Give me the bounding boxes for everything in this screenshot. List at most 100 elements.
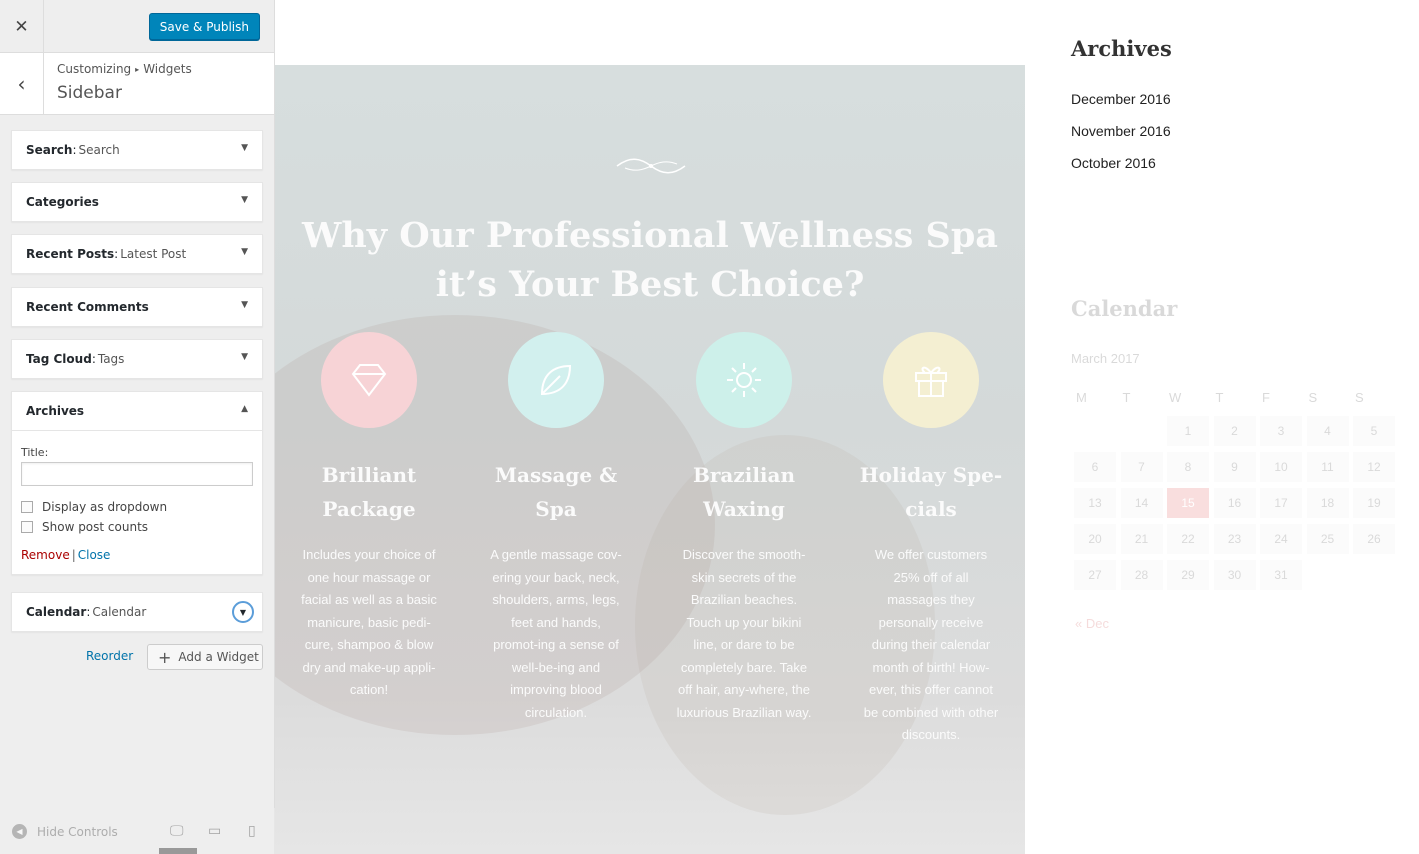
archive-link[interactable]: December 2016 [1071,91,1171,107]
calendar-day: 31 [1260,560,1302,590]
expand-arrow-icon[interactable]: ▼ [232,601,254,623]
widget-search: Search: Search ▼ [11,130,263,170]
calendar-day: 21 [1120,524,1163,554]
widget-recent-posts: Recent Posts: Latest Post ▼ [11,234,263,274]
mobile-preview-icon[interactable]: ▯ [248,823,256,839]
archives-widget-form: Title: Display as dropdown Show post cou… [12,430,262,574]
calendar-day: 30 [1213,560,1256,590]
calendar-day: 5 [1353,416,1395,446]
calendar-day: 27 [1074,560,1116,590]
add-widget-button[interactable]: + Add a Widget [147,644,263,670]
calendar-widget-title: Calendar [1071,296,1178,321]
title-input[interactable] [21,462,253,486]
calendar-weekday: F [1262,390,1270,405]
feature-card: Brazilian Waxing Discover the smooth-ski… [664,332,824,724]
calendar-day: 6 [1074,452,1116,482]
chevron-left-icon: ‹ [17,71,26,96]
widget-header-tag-cloud[interactable]: Tag Cloud: Tags ▼ [12,340,262,378]
feature-text: A gentle massage cov-ering your back, ne… [490,547,622,720]
widget-header-search[interactable]: Search: Search ▼ [12,131,262,169]
expand-arrow-icon[interactable]: ▼ [241,143,248,153]
widget-header-recent-comments[interactable]: Recent Comments ▼ [12,288,262,326]
widget-header-categories[interactable]: Categories ▼ [12,183,262,221]
expand-arrow-icon[interactable]: ▼ [241,195,248,205]
calendar-weekday: S [1308,390,1318,405]
calendar-day: 11 [1306,452,1349,482]
site-preview: Why Our Professional Wellness Spa it’s Y… [275,0,1419,854]
remove-link[interactable]: Remove [21,548,70,562]
calendar-day: 14 [1120,488,1163,518]
calendar-day: 1 [1167,416,1209,446]
widget-archives: Archives ▲ Title: Display as dropdown Sh… [11,391,263,575]
calendar-day: 24 [1260,524,1302,554]
dropdown-checkbox[interactable] [21,501,33,513]
feature-text: Includes your choice of one hour massage… [301,547,437,697]
calendar-day: 13 [1074,488,1116,518]
widget-header-archives[interactable]: Archives ▲ [12,392,262,430]
tablet-preview-icon[interactable]: ▭ [208,823,221,839]
title-label: Title: [21,446,49,459]
close-icon: ✕ [14,16,29,37]
widget-calendar: Calendar: Calendar ▼ [11,592,263,632]
plus-icon: + [158,647,172,667]
feature-icon-circle [321,332,417,428]
calendar-weekday: S [1355,390,1364,405]
customizer-header: ✕ Save & Publish [0,0,274,53]
calendar-day: 8 [1167,452,1209,482]
calendar-day: 23 [1213,524,1256,554]
hero-title: Why Our Professional Wellness Spa it’s Y… [302,215,998,305]
expand-arrow-icon[interactable]: ▼ [241,247,248,257]
feature-title: Holiday Spe-cials [859,463,1003,521]
widget-header-calendar[interactable]: Calendar: Calendar ▼ [12,593,262,631]
reorder-link[interactable]: Reorder [86,649,133,663]
collapse-arrow-icon[interactable]: ▲ [241,404,248,414]
section-title: Sidebar [57,83,122,103]
feature-icon-circle [883,332,979,428]
desktop-preview-icon[interactable]: 🖵 [170,823,184,839]
save-publish-button[interactable]: Save & Publish [148,13,260,40]
archive-link[interactable]: November 2016 [1071,123,1171,139]
calendar-day: 22 [1167,524,1209,554]
feature-icon-circle [696,332,792,428]
calendar-day: 18 [1306,488,1349,518]
expand-arrow-icon[interactable]: ▼ [241,352,248,362]
post-counts-checkbox[interactable] [21,521,33,533]
archive-link[interactable]: October 2016 [1071,155,1156,171]
hide-controls-button[interactable]: ◀ Hide Controls [12,824,118,839]
calendar-weekday: T [1122,390,1131,405]
calendar-today: 15 [1167,488,1209,518]
close-customizer-button[interactable]: ✕ [0,0,44,53]
calendar-day: 17 [1260,488,1302,518]
archives-widget-title: Archives [1071,36,1172,61]
customizer-footer: ◀ Hide Controls 🖵 ▭ ▯ [0,808,275,854]
calendar-prev-link[interactable]: « Dec [1075,616,1109,631]
calendar-day: 10 [1260,452,1302,482]
widget-recent-comments: Recent Comments ▼ [11,287,263,327]
feature-card: Brilliant Package Includes your choice o… [289,332,449,702]
breadcrumb-arrow-icon: ▸ [135,65,140,74]
calendar-weekday: T [1215,390,1224,405]
calendar-day: 19 [1353,488,1395,518]
calendar-day: 7 [1120,452,1163,482]
post-counts-option: Show post counts [21,520,253,534]
back-button[interactable]: ‹ [0,53,44,114]
calendar-day: 26 [1353,524,1395,554]
close-link[interactable]: Close [78,548,111,562]
expand-arrow-icon[interactable]: ▼ [241,300,248,310]
widget-categories: Categories ▼ [11,182,263,222]
widget-tag-cloud: Tag Cloud: Tags ▼ [11,339,263,379]
calendar-weekday: M [1076,390,1087,405]
feature-icon-circle [508,332,604,428]
calendar-day: 4 [1306,416,1349,446]
dropdown-option: Display as dropdown [21,500,253,514]
feature-card: Massage & Spa A gentle massage cov-ering… [476,332,636,724]
calendar-weekday: W [1169,390,1182,405]
calendar-caption: March 2017 [1071,351,1140,366]
widget-header-recent-posts[interactable]: Recent Posts: Latest Post ▼ [12,235,262,273]
breadcrumb: Customizing ▸ Widgets [57,62,192,76]
calendar-day: 28 [1120,560,1163,590]
flourish-ornament-icon [616,158,686,174]
feature-title: Brilliant Package [321,463,417,521]
calendar-day: 29 [1167,560,1209,590]
calendar-day: 2 [1213,416,1256,446]
